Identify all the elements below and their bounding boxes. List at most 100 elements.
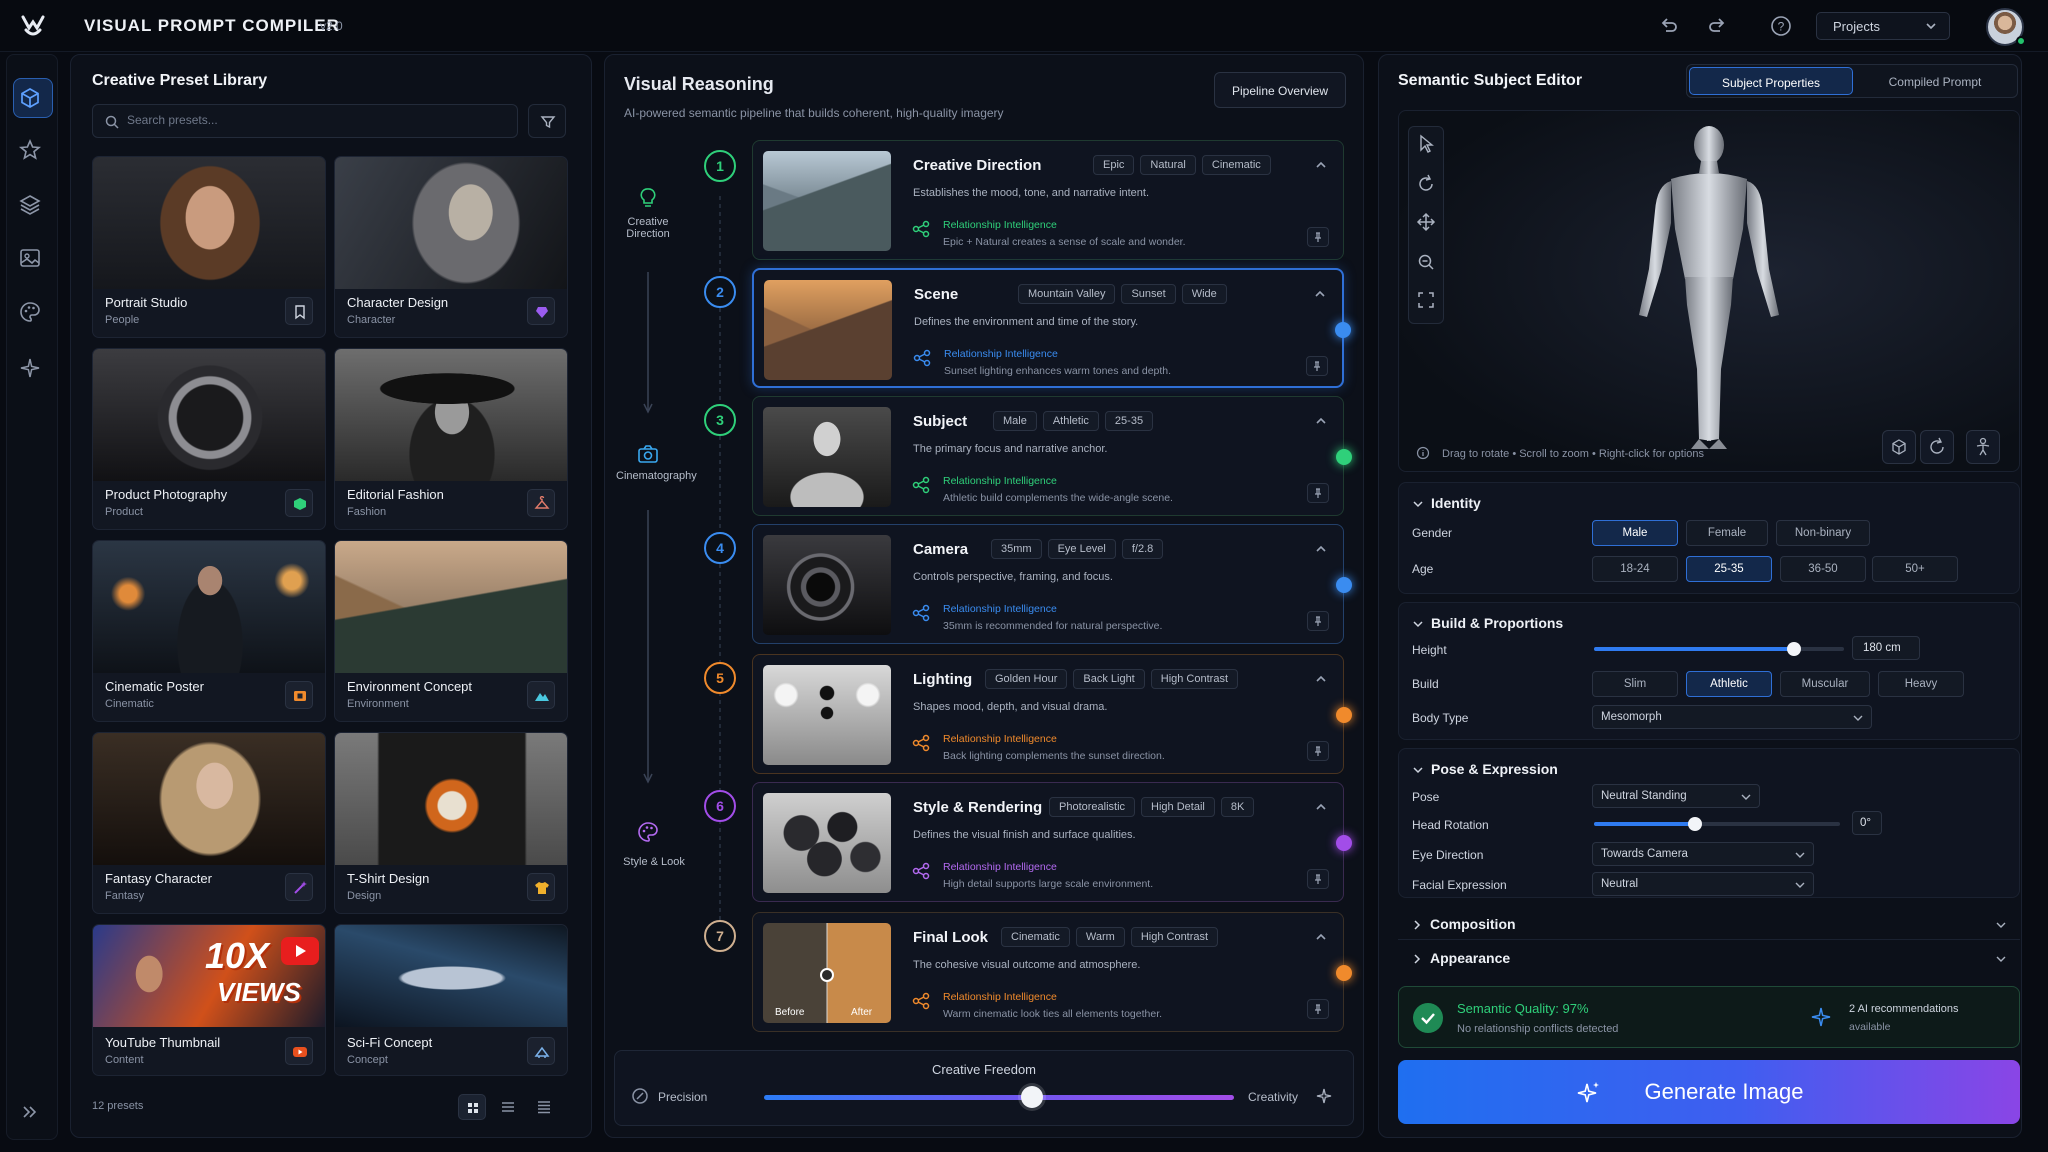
stage-chip[interactable]: Sunset (1121, 284, 1176, 304)
reset-view-button[interactable] (1920, 430, 1954, 464)
gem-button[interactable] (527, 297, 555, 325)
stage-card-scene[interactable]: Scene Mountain Valley Sunset Wide Defines … (752, 268, 1351, 388)
cube-button[interactable] (285, 489, 313, 517)
move-icon[interactable] (1410, 206, 1442, 238)
layers-icon[interactable] (18, 192, 42, 216)
stage-card-lighting[interactable]: Lighting Golden Hour Back Light High Contr… (752, 654, 1352, 774)
stage-chip[interactable]: 8K (1220, 797, 1255, 817)
appearance-section[interactable]: Appearance (1398, 942, 2020, 974)
preset-card-product-photography[interactable]: Product Photography Product (92, 348, 326, 530)
pin-button[interactable] (1306, 356, 1328, 376)
height-value[interactable]: 180 cm (1852, 636, 1920, 660)
preset-card-cinematic-poster[interactable]: Cinematic Poster Cinematic (92, 540, 326, 722)
stage-chip[interactable]: High Contrast (1150, 669, 1239, 689)
build-option-athletic[interactable]: Athletic (1686, 671, 1772, 697)
pose-header[interactable]: Pose & Expression (1413, 761, 1558, 777)
stage-chip[interactable]: Mountain Valley (1018, 284, 1116, 304)
chevron-up-icon[interactable] (1315, 931, 1327, 943)
stage-chip[interactable]: f/2.8 (1121, 539, 1164, 559)
pin-button[interactable] (1307, 483, 1329, 503)
stage-chip[interactable]: Natural (1140, 155, 1196, 175)
fullscreen-icon[interactable] (1410, 284, 1442, 316)
preset-card-character-design[interactable]: Character Design Character (334, 156, 568, 338)
stage-chip[interactable]: Wide (1181, 284, 1227, 304)
head-rotation-value[interactable]: 0° (1852, 811, 1882, 835)
pin-button[interactable] (1307, 869, 1329, 889)
build-header[interactable]: Build & Proportions (1413, 615, 1563, 631)
stage-chip[interactable]: 25-35 (1104, 411, 1154, 431)
3d-viewport[interactable] (1398, 110, 2020, 472)
appearance-header[interactable]: Appearance (1412, 950, 1510, 966)
preset-card-environment-concept[interactable]: Environment Concept Environment (334, 540, 568, 722)
creative-freedom-slider[interactable] (764, 1095, 1234, 1100)
stage-chip[interactable]: Eye Level (1047, 539, 1116, 559)
bookmark-button[interactable] (285, 297, 313, 325)
stage-chip[interactable]: Athletic (1042, 411, 1099, 431)
chevron-up-icon[interactable] (1315, 543, 1327, 555)
pin-button[interactable] (1307, 611, 1329, 631)
play-button[interactable] (285, 1037, 313, 1065)
head-rotation-thumb[interactable] (1688, 817, 1702, 831)
build-option-heavy[interactable]: Heavy (1878, 671, 1964, 697)
ai-recommendations[interactable]: 2 AI recommendations (1849, 1003, 1958, 1015)
creative-freedom-thumb[interactable] (1021, 1086, 1043, 1108)
stage-card-subject[interactable]: Subject Male Athletic 25-35 The primary fo… (752, 396, 1352, 516)
preset-card-editorial-fashion[interactable]: Editorial Fashion Fashion (334, 348, 568, 530)
eye-direction-select[interactable]: Towards Camera (1592, 842, 1814, 866)
height-slider-thumb[interactable] (1787, 642, 1801, 656)
identity-header[interactable]: Identity (1413, 495, 1481, 511)
shirt-button[interactable] (527, 873, 555, 901)
redo-icon[interactable] (1706, 15, 1728, 37)
generate-image-button[interactable]: Generate Image (1398, 1060, 2020, 1124)
palette-icon[interactable] (18, 300, 42, 324)
gender-option-female[interactable]: Female (1686, 520, 1768, 546)
tab-compiled-prompt[interactable]: Compiled Prompt (1855, 67, 2015, 95)
preset-card-fantasy-character[interactable]: Fantasy Character Fantasy (92, 732, 326, 914)
stage-card-creative-direction[interactable]: Creative Direction Epic Natural Cinematic … (752, 140, 1344, 260)
stage-chip[interactable]: High Detail (1141, 797, 1215, 817)
age-option-18-24[interactable]: 18-24 (1592, 556, 1678, 582)
stage-chip[interactable]: Cinematic (1001, 927, 1070, 947)
cursor-icon[interactable] (1410, 128, 1442, 160)
age-option-50-plus[interactable]: 50+ (1872, 556, 1958, 582)
stage-chip[interactable]: Back Light (1073, 669, 1145, 689)
pipeline-overview-button[interactable]: Pipeline Overview (1214, 72, 1346, 108)
body-type-select[interactable]: Mesomorph (1592, 705, 1872, 729)
brand-logo-icon[interactable] (20, 14, 46, 38)
build-option-slim[interactable]: Slim (1592, 671, 1678, 697)
star-icon[interactable] (18, 138, 42, 162)
stage-chip[interactable]: High Contrast (1130, 927, 1219, 947)
stage-card-camera[interactable]: Camera 35mm Eye Level f/2.8 Controls persp… (752, 524, 1352, 644)
preset-card-portrait-studio[interactable]: Portrait Studio People (92, 156, 326, 338)
stage-chip[interactable]: Photorealistic (1049, 797, 1136, 817)
spaceship-button[interactable] (527, 1037, 555, 1065)
view-cube-button[interactable] (1882, 430, 1916, 464)
filter-button[interactable] (528, 104, 566, 138)
stage-chip[interactable]: Warm (1075, 927, 1125, 947)
chevron-up-icon[interactable] (1315, 159, 1327, 171)
compare-handle[interactable] (820, 968, 834, 982)
stage-chip[interactable]: 35mm (991, 539, 1042, 559)
mountain-button[interactable] (527, 681, 555, 709)
pin-button[interactable] (1307, 741, 1329, 761)
gender-option-male[interactable]: Male (1592, 520, 1678, 546)
facial-expression-select[interactable]: Neutral (1592, 872, 1814, 896)
stage-chip[interactable]: Golden Hour (985, 669, 1068, 689)
age-option-36-50[interactable]: 36-50 (1780, 556, 1866, 582)
stage-card-final-look[interactable]: Before After Final Look Cinematic Warm Hig… (752, 912, 1352, 1032)
cube-icon[interactable] (18, 86, 42, 110)
wand-button[interactable] (285, 873, 313, 901)
gender-option-nonbinary[interactable]: Non-binary (1776, 520, 1870, 546)
stage-chip[interactable]: Cinematic (1201, 155, 1271, 175)
pose-select[interactable]: Neutral Standing (1592, 784, 1760, 808)
tab-subject-properties[interactable]: Subject Properties (1689, 67, 1853, 95)
zoom-icon[interactable] (1410, 246, 1442, 278)
preset-card-scifi-concept[interactable]: Sci-Fi Concept Concept (334, 924, 568, 1076)
image-icon[interactable] (18, 246, 42, 270)
chevron-up-icon[interactable] (1314, 288, 1326, 300)
pin-button[interactable] (1307, 227, 1329, 247)
search-input[interactable] (127, 113, 507, 127)
stage-chip[interactable]: Male (993, 411, 1037, 431)
composition-header[interactable]: Composition (1412, 916, 1516, 932)
projects-dropdown[interactable]: Projects (1816, 12, 1950, 40)
